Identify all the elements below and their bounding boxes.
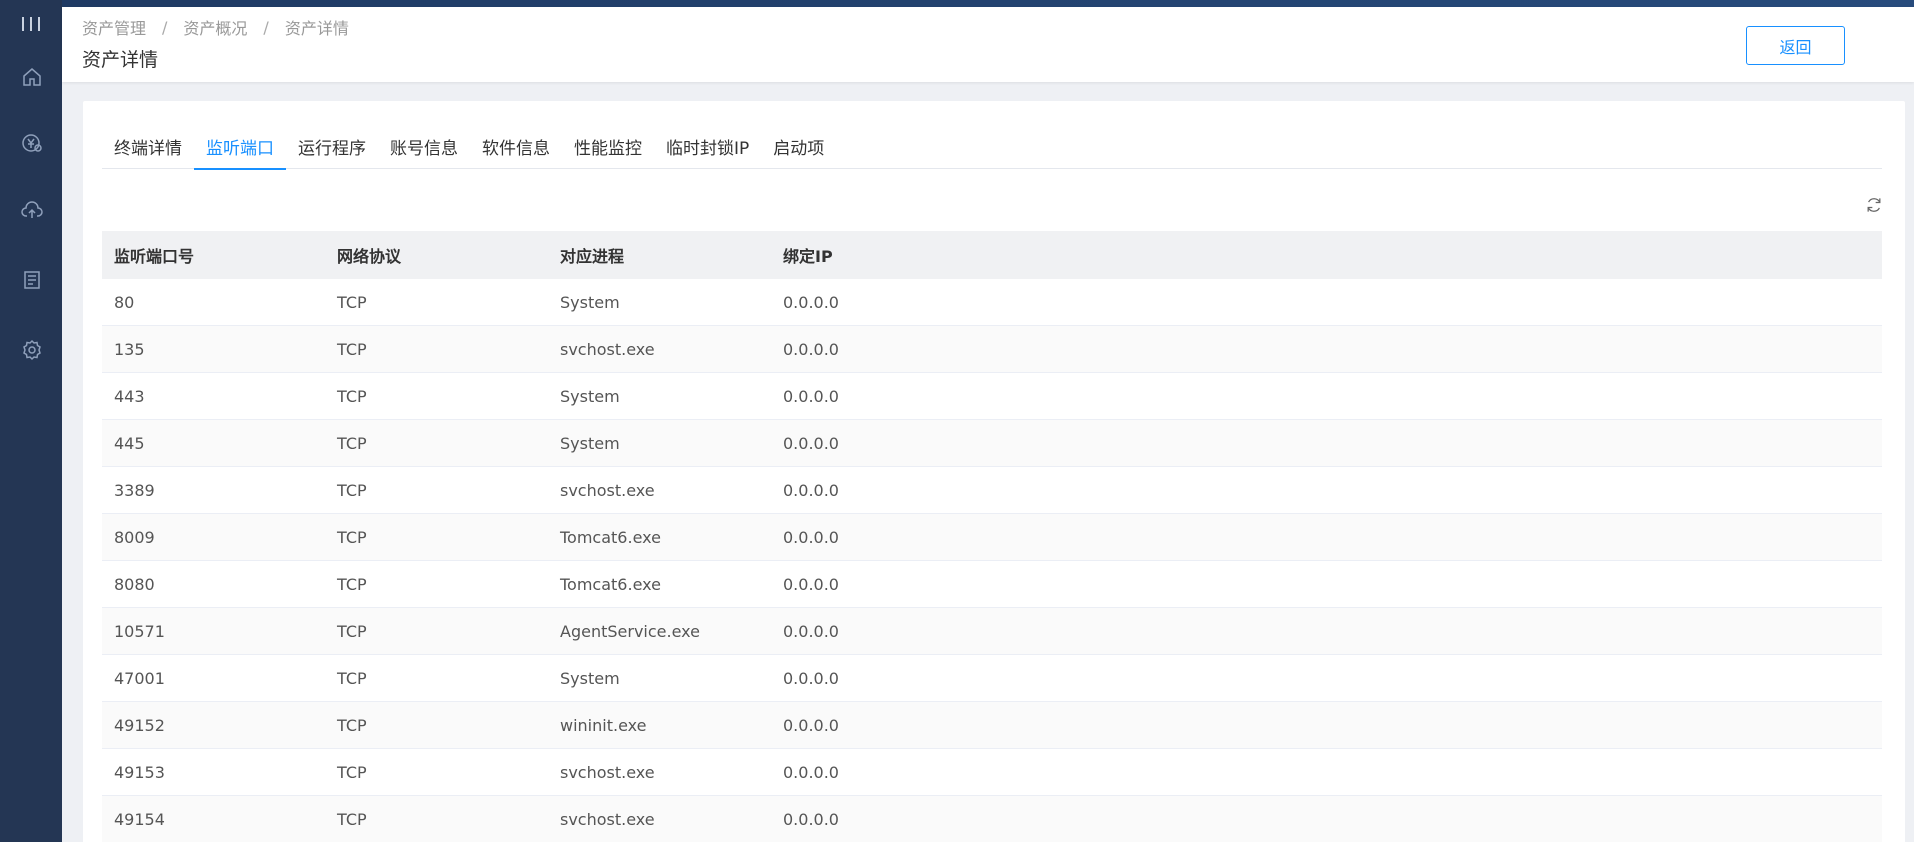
cell-bind-ip: 0.0.0.0 [783,668,839,688]
cell-process: System [560,668,620,688]
table-row: 49153 TCP svchost.exe 0.0.0.0 [102,749,1882,796]
column-header-process: 对应进程 [560,247,625,266]
cell-port: 49154 [114,809,165,829]
table-row: 445 TCP System 0.0.0.0 [102,420,1882,467]
cell-process: Tomcat6.exe [560,527,661,547]
menu-toggle-icon[interactable] [22,17,40,31]
cell-process: svchost.exe [560,339,655,359]
home-icon[interactable] [20,65,44,89]
cell-protocol: TCP [337,715,367,735]
tab-account-info[interactable]: 账号信息 [378,123,470,169]
cell-protocol: TCP [337,292,367,312]
cell-process: Tomcat6.exe [560,574,661,594]
table-row: 80 TCP System 0.0.0.0 [102,279,1882,326]
table-row: 8080 TCP Tomcat6.exe 0.0.0.0 [102,561,1882,608]
top-strip [62,0,1914,7]
breadcrumb-item-asset-management[interactable]: 资产管理 [82,15,146,39]
cell-protocol: TCP [337,668,367,688]
sidebar [0,0,62,842]
cell-process: svchost.exe [560,762,655,782]
table-row: 10571 TCP AgentService.exe 0.0.0.0 [102,608,1882,655]
tab-bar: 终端详情 监听端口 运行程序 账号信息 软件信息 性能监控 临时封锁IP 启动项 [102,123,1882,170]
back-button[interactable]: 返回 [1746,26,1845,65]
cell-protocol: TCP [337,621,367,641]
table-row: 49154 TCP svchost.exe 0.0.0.0 [102,796,1882,842]
ports-table: 监听端口号 网络协议 对应进程 绑定IP 80 TCP System 0.0.0.0 1… [102,231,1882,842]
table-row: 49152 TCP wininit.exe 0.0.0.0 [102,702,1882,749]
settings-icon[interactable] [20,338,44,362]
tab-performance-monitor[interactable]: 性能监控 [562,123,654,169]
cell-port: 8080 [114,574,155,594]
table-row: 135 TCP svchost.exe 0.0.0.0 [102,326,1882,373]
cell-protocol: TCP [337,480,367,500]
cloud-upload-icon[interactable] [20,199,44,223]
page-title: 资产详情 [82,49,159,71]
cell-bind-ip: 0.0.0.0 [783,292,839,312]
table-row: 47001 TCP System 0.0.0.0 [102,655,1882,702]
cell-bind-ip: 0.0.0.0 [783,715,839,735]
cell-port: 135 [114,339,145,359]
cell-process: AgentService.exe [560,621,700,641]
cell-process: wininit.exe [560,715,647,735]
finance-icon[interactable] [20,131,44,155]
cell-protocol: TCP [337,574,367,594]
cell-port: 47001 [114,668,165,688]
table-row: 8009 TCP Tomcat6.exe 0.0.0.0 [102,514,1882,561]
table-body: 80 TCP System 0.0.0.0 135 TCP svchost.exe 0.0.0… [102,279,1882,842]
cell-bind-ip: 0.0.0.0 [783,480,839,500]
cell-process: svchost.exe [560,480,655,500]
tab-terminal-detail[interactable]: 终端详情 [102,123,194,169]
cell-port: 10571 [114,621,165,641]
cell-bind-ip: 0.0.0.0 [783,386,839,406]
tab-software-info[interactable]: 软件信息 [470,123,562,169]
cell-port: 445 [114,433,145,453]
refresh-icon[interactable] [1862,193,1886,217]
cell-port: 80 [114,292,135,312]
cell-bind-ip: 0.0.0.0 [783,433,839,453]
cell-bind-ip: 0.0.0.0 [783,621,839,641]
breadcrumb: 资产管理 / 资产概况 / 资产详情 [82,15,349,39]
tab-startup-items[interactable]: 启动项 [761,123,836,169]
cell-port: 49152 [114,715,165,735]
cell-port: 443 [114,386,145,406]
tab-temp-block-ip[interactable]: 临时封锁IP [654,123,761,169]
cell-bind-ip: 0.0.0.0 [783,762,839,782]
cell-bind-ip: 0.0.0.0 [783,809,839,829]
cell-protocol: TCP [337,527,367,547]
table-header: 监听端口号 网络协议 对应进程 绑定IP [102,231,1882,279]
cell-protocol: TCP [337,339,367,359]
breadcrumb-item-asset-overview[interactable]: 资产概况 [183,15,247,39]
cell-protocol: TCP [337,386,367,406]
cell-process: System [560,386,620,406]
cell-port: 3389 [114,480,155,500]
cell-bind-ip: 0.0.0.0 [783,574,839,594]
breadcrumb-separator: / [263,17,269,37]
breadcrumb-item-asset-detail: 资产详情 [284,19,349,38]
cell-process: svchost.exe [560,809,655,829]
cell-protocol: TCP [337,433,367,453]
tab-listening-ports[interactable]: 监听端口 [194,123,286,170]
column-header-port: 监听端口号 [114,247,195,266]
table-row: 443 TCP System 0.0.0.0 [102,373,1882,420]
cell-bind-ip: 0.0.0.0 [783,339,839,359]
tab-running-programs[interactable]: 运行程序 [286,123,378,169]
page-header: 资产管理 / 资产概况 / 资产详情 资产详情 返回 [62,7,1914,82]
table-row: 3389 TCP svchost.exe 0.0.0.0 [102,467,1882,514]
column-header-bind-ip: 绑定IP [783,247,833,266]
cell-process: System [560,292,620,312]
cell-port: 8009 [114,527,155,547]
cell-process: System [560,433,620,453]
cell-bind-ip: 0.0.0.0 [783,527,839,547]
column-header-protocol: 网络协议 [337,247,402,266]
breadcrumb-separator: / [162,17,168,37]
cell-protocol: TCP [337,809,367,829]
detail-card: 终端详情 监听端口 运行程序 账号信息 软件信息 性能监控 临时封锁IP 启动项… [83,101,1905,842]
cell-port: 49153 [114,762,165,782]
cell-protocol: TCP [337,762,367,782]
report-icon[interactable] [20,268,44,292]
